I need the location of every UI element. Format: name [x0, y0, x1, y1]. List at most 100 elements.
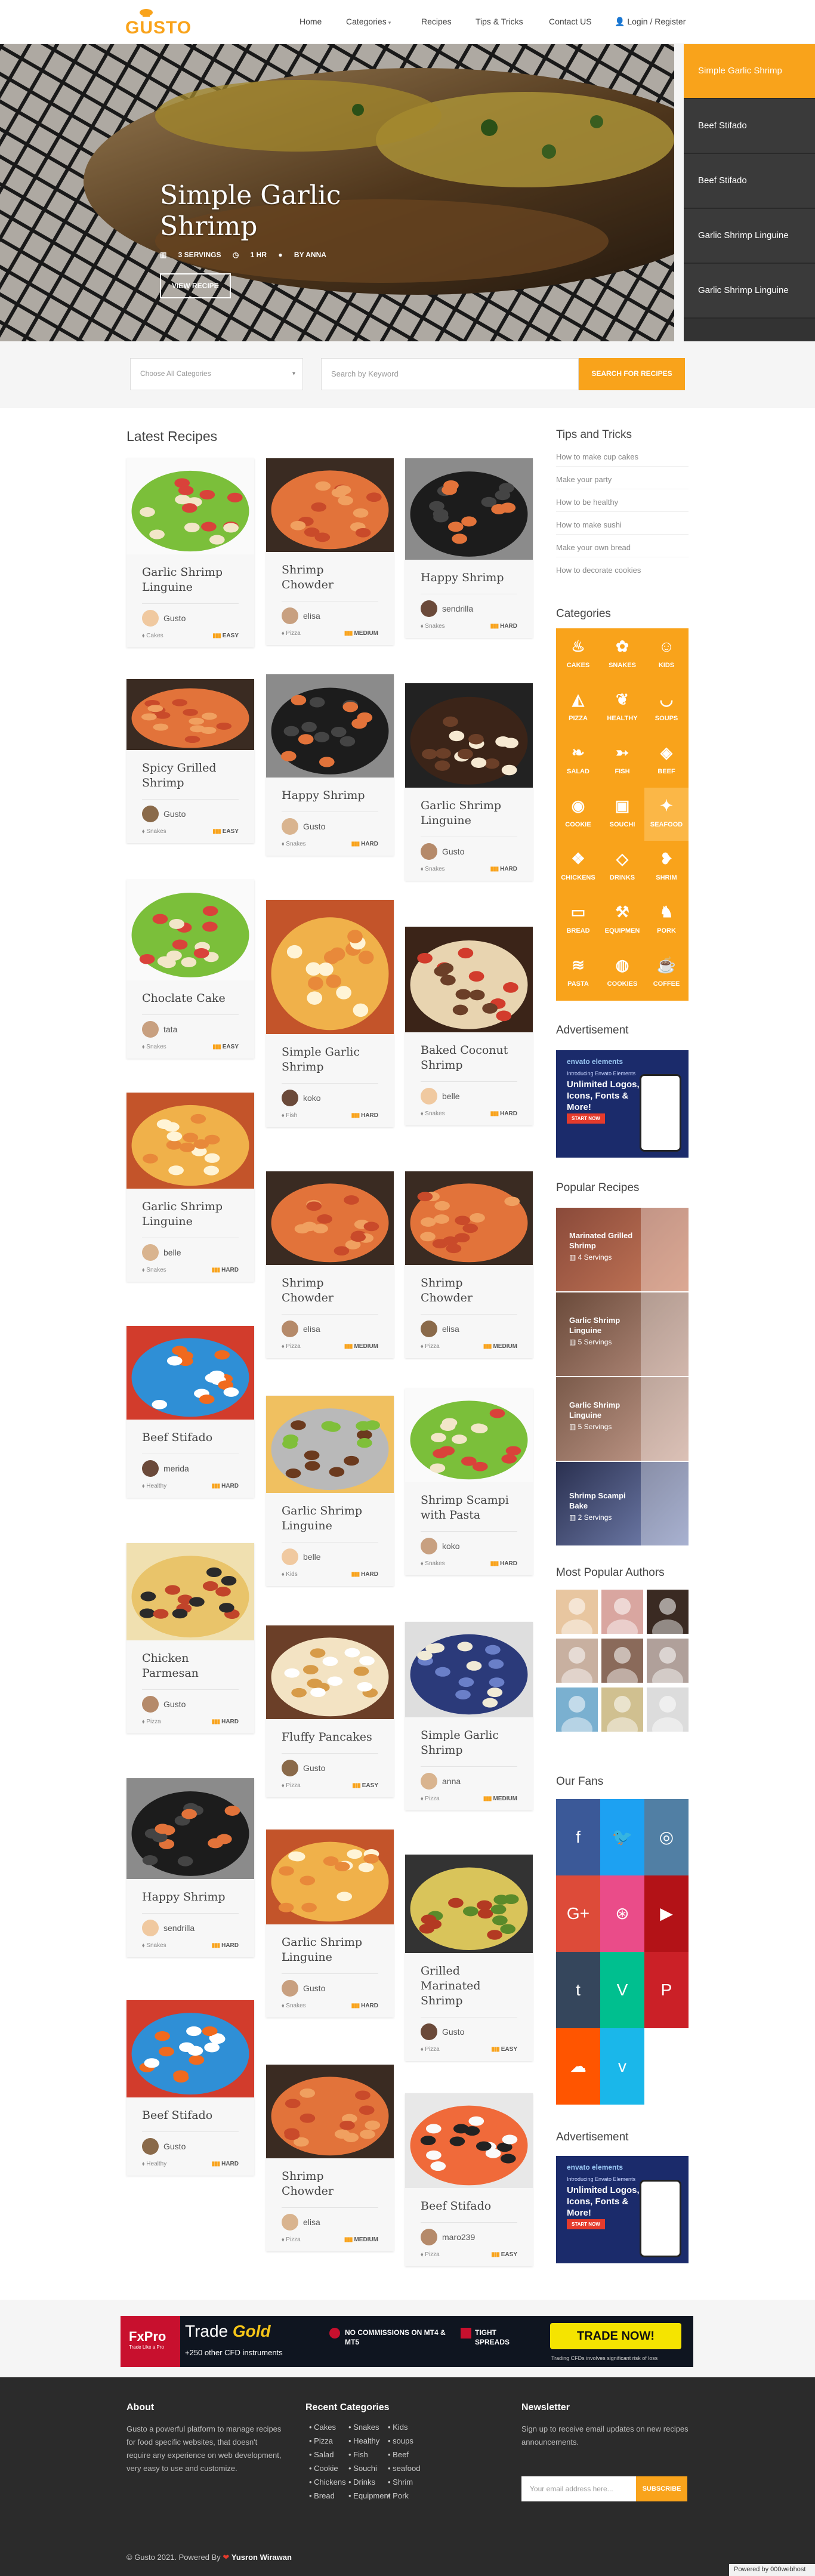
footer-category-link[interactable]: • Healthy: [348, 2436, 379, 2445]
vine-link[interactable]: V: [600, 1952, 644, 2028]
slide-item[interactable]: Beef Stifado: [684, 99, 815, 154]
recipe-author[interactable]: elisa: [266, 601, 394, 624]
footer-category-link[interactable]: • soups: [388, 2436, 413, 2445]
recipe-author[interactable]: merida: [126, 1454, 254, 1477]
recipe-card[interactable]: Garlic Shrimp Linguine Gusto ⬧ Snakes ▮▮▮ HA…: [266, 1830, 394, 2017]
recipe-card[interactable]: Garlic Shrimp Linguine belle ⬧ Kids ▮▮▮ HARD: [266, 1396, 394, 1586]
nav-categories[interactable]: Categories ▾: [346, 17, 391, 26]
recipe-image-wrap[interactable]: [405, 1855, 533, 1953]
recipe-title[interactable]: Fluffy Pancakes: [266, 1719, 394, 1745]
tumblr-link[interactable]: t: [556, 1952, 600, 2028]
recipe-category[interactable]: ⬧ Snakes: [142, 1942, 166, 1949]
ad-banner-2[interactable]: envato elements Introducing Envato Eleme…: [556, 2156, 689, 2263]
recipe-author[interactable]: maro239: [405, 2223, 533, 2245]
footer-category-link[interactable]: • Equipment: [348, 2491, 390, 2500]
recipe-category[interactable]: ⬧ Cakes: [142, 633, 163, 639]
author-avatar[interactable]: [556, 1687, 598, 1732]
category-equipmen[interactable]: ⚒ EQUIPMEN: [600, 894, 644, 947]
footer-category-link[interactable]: • Shrim: [388, 2478, 413, 2486]
category-shrim[interactable]: ❥ SHRIM: [644, 841, 689, 894]
recipe-author[interactable]: Gusto: [405, 837, 533, 860]
recipe-title[interactable]: Happy Shrimp: [266, 778, 394, 803]
trade-now-button[interactable]: TRADE NOW!: [550, 2323, 681, 2349]
tip-link[interactable]: How to be healthy: [556, 498, 689, 512]
recipe-card[interactable]: Garlic Shrimp Linguine Gusto ⬧ Snakes ▮▮▮ HA…: [405, 683, 533, 881]
keyword-input[interactable]: Search by Keyword: [321, 358, 579, 390]
recipe-title[interactable]: Baked Coconut Shrimp: [405, 1032, 533, 1073]
category-healthy[interactable]: ❦ HEALTHY: [600, 681, 644, 735]
recipe-card[interactable]: Beef Stifado maro239 ⬧ Pizza ▮▮▮ EASY: [405, 2093, 533, 2266]
recipe-title[interactable]: Chicken Parmesan: [126, 1640, 254, 1681]
recipe-author[interactable]: Gusto: [266, 1974, 394, 1997]
recipe-card[interactable]: Shrimp Chowder elisa ⬧ Pizza ▮▮▮ MEDIUM: [266, 2065, 394, 2251]
category-salad[interactable]: ❧ SALAD: [556, 735, 600, 788]
recipe-author[interactable]: belle: [405, 1082, 533, 1105]
recipe-title[interactable]: Happy Shrimp: [405, 560, 533, 585]
recipe-category[interactable]: ⬧ Snakes: [282, 841, 306, 847]
recipe-image-wrap[interactable]: [126, 1326, 254, 1420]
recipe-author[interactable]: belle: [266, 1542, 394, 1565]
recipe-category[interactable]: ⬧ Pizza: [142, 1719, 161, 1725]
category-bread[interactable]: ▭ BREAD: [556, 894, 600, 947]
recipe-category[interactable]: ⬧ Pizza: [282, 1782, 301, 1789]
recipe-author[interactable]: sendrilla: [405, 594, 533, 617]
recipe-category[interactable]: ⬧ Snakes: [421, 1560, 445, 1567]
recipe-card[interactable]: Happy Shrimp sendrilla ⬧ Snakes ▮▮▮ HARD: [405, 458, 533, 638]
recipe-card[interactable]: Beef Stifado Gusto ⬧ Healthy ▮▮▮ HARD: [126, 2000, 254, 2176]
subscribe-button[interactable]: SUBSCRIBE: [636, 2476, 687, 2501]
category-pizza[interactable]: ◭ PIZZA: [556, 681, 600, 735]
recipe-card[interactable]: Spicy Grilled Shrimp Gusto ⬧ Snakes ▮▮▮ EASY: [126, 679, 254, 843]
fxpro-banner[interactable]: FxPro Trade Like a Pro Trade Gold +250 o…: [121, 2316, 693, 2367]
author-avatar[interactable]: [556, 1590, 598, 1634]
recipe-category[interactable]: ⬧ Snakes: [142, 1267, 166, 1273]
category-souchi[interactable]: ▣ SOUCHI: [600, 788, 644, 841]
footer-category-link[interactable]: • Cakes: [309, 2423, 336, 2432]
category-cookies[interactable]: ◍ COOKIES: [600, 947, 644, 1000]
category-seafood[interactable]: ✦ SEAFOOD: [644, 788, 689, 841]
footer-category-link[interactable]: • Chickens: [309, 2478, 346, 2486]
recipe-author[interactable]: koko: [405, 1532, 533, 1554]
footer-category-link[interactable]: • Bread: [309, 2491, 335, 2500]
recipe-title[interactable]: Beef Stifado: [126, 2097, 254, 2123]
recipe-title[interactable]: Garlic Shrimp Linguine: [126, 1189, 254, 1229]
recipe-title[interactable]: Happy Shrimp: [126, 1879, 254, 1905]
author-avatar[interactable]: [647, 1590, 689, 1634]
recipe-card[interactable]: Shrimp Scampi with Pasta koko ⬧ Snakes ▮▮▮ H…: [405, 1389, 533, 1575]
popular-title[interactable]: Garlic Shrimp Linguine: [569, 1400, 641, 1420]
recipe-title[interactable]: Spicy Grilled Shrimp: [126, 750, 254, 791]
facebook-link[interactable]: f: [556, 1799, 600, 1875]
recipe-title[interactable]: Shrimp Chowder: [266, 552, 394, 593]
recipe-category[interactable]: ⬧ Snakes: [282, 2003, 306, 2009]
nav-contact[interactable]: Contact US: [549, 17, 592, 26]
recipe-image-wrap[interactable]: [266, 1830, 394, 1924]
category-pork[interactable]: ♞ PORK: [644, 894, 689, 947]
recipe-author[interactable]: Gusto: [266, 1754, 394, 1776]
instagram-link[interactable]: ◎: [644, 1799, 689, 1875]
recipe-author[interactable]: Gusto: [266, 812, 394, 835]
twitter-link[interactable]: 🐦: [600, 1799, 644, 1875]
recipe-category[interactable]: ⬧ Kids: [282, 1571, 298, 1578]
recipe-card[interactable]: Beef Stifado merida ⬧ Healthy ▮▮▮ HARD: [126, 1326, 254, 1498]
footer-category-link[interactable]: • Cookie: [309, 2464, 338, 2473]
recipe-author[interactable]: Gusto: [126, 604, 254, 627]
recipe-author[interactable]: sendrilla: [126, 1914, 254, 1936]
recipe-title[interactable]: Shrimp Chowder: [405, 1265, 533, 1306]
footer-category-link[interactable]: • Beef: [388, 2450, 409, 2459]
ad-start-button[interactable]: START NOW: [567, 2219, 605, 2229]
popular-recipe[interactable]: Marinated Grilled Shrimp ▥ 4 Servings: [556, 1208, 689, 1291]
recipe-author[interactable]: elisa: [266, 2208, 394, 2231]
recipe-category[interactable]: ⬧ Fish: [282, 1112, 297, 1119]
view-recipe-button[interactable]: VIEW RECIPE: [160, 273, 231, 298]
recipe-card[interactable]: Grilled Marinated Shrimp Gusto ⬧ Pizza ▮▮▮ E…: [405, 1855, 533, 2061]
recipe-image-wrap[interactable]: [126, 1093, 254, 1189]
recipe-author[interactable]: belle: [126, 1238, 254, 1261]
recipe-category[interactable]: ⬧ Snakes: [421, 866, 445, 872]
pinterest-link[interactable]: P: [644, 1952, 689, 2028]
footer-category-link[interactable]: • Pork: [388, 2491, 409, 2500]
recipe-title[interactable]: Shrimp Scampi with Pasta: [405, 1482, 533, 1523]
recipe-author[interactable]: Gusto: [126, 1690, 254, 1713]
footer-category-link[interactable]: • Drinks: [348, 2478, 375, 2486]
tip-link[interactable]: How to make sushi: [556, 520, 689, 535]
recipe-card[interactable]: Garlic Shrimp Linguine Gusto ⬧ Cakes ▮▮▮ EAS…: [126, 458, 254, 647]
recipe-image-wrap[interactable]: [266, 2065, 394, 2158]
